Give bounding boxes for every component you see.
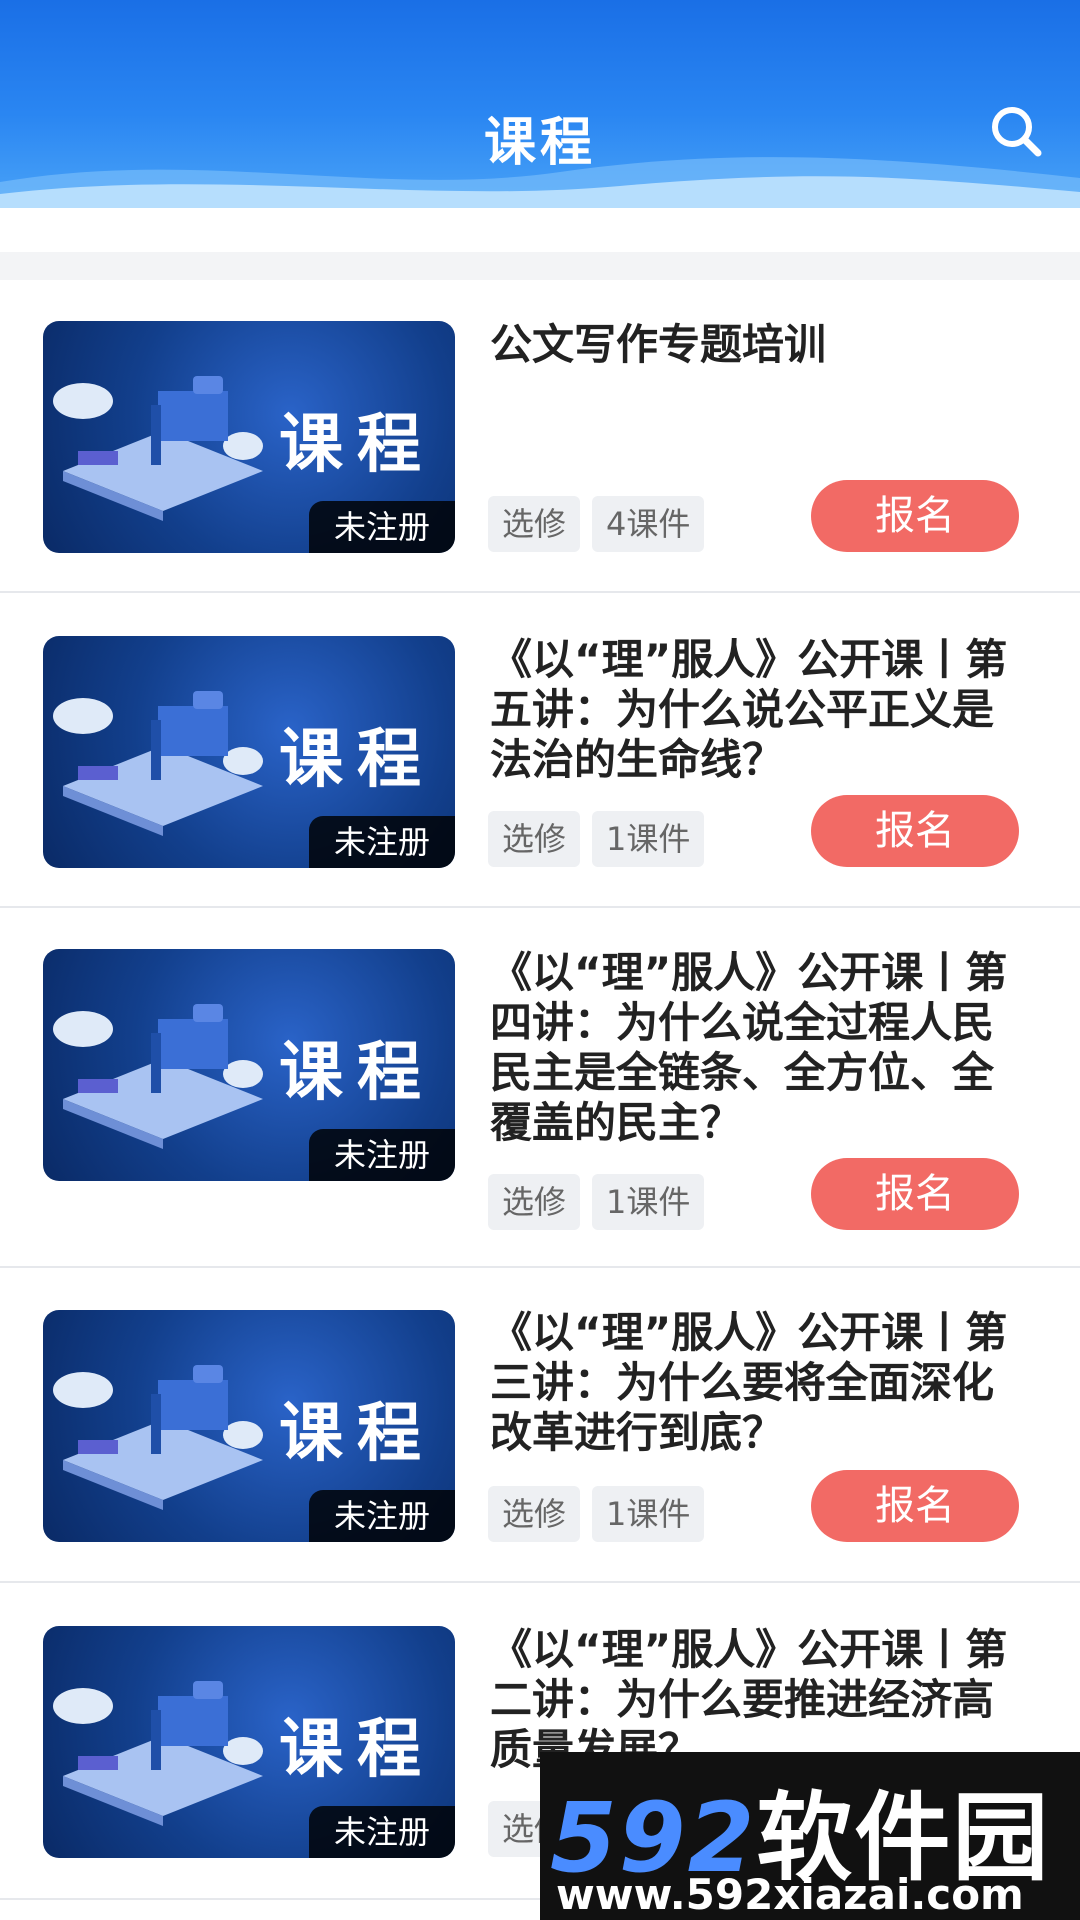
course-tags: 选修 4课件 <box>488 496 705 552</box>
enroll-button[interactable]: 报名 <box>811 1470 1019 1542</box>
course-thumbnail[interactable]: 课程 未注册 <box>43 636 455 868</box>
course-thumbnail[interactable]: 课程 未注册 <box>43 1310 455 1542</box>
registration-badge: 未注册 <box>309 1806 455 1858</box>
course-card[interactable]: 课程 未注册 公文写作专题培训 选修 4课件 报名 <box>0 280 1080 593</box>
site-watermark: 592软件园 www.592xiazai.com <box>540 1752 1080 1920</box>
elective-tag: 选修 <box>488 496 581 552</box>
enroll-button[interactable]: 报名 <box>811 795 1019 867</box>
course-title[interactable]: 《以“理”服人》公开课丨第五讲：为什么说公平正义是法治的生命线？ <box>490 635 1030 785</box>
courseware-count-tag: 1课件 <box>592 1486 705 1542</box>
page-title: 课程 <box>483 113 596 173</box>
search-button[interactable] <box>988 103 1044 159</box>
course-title[interactable]: 《以“理”服人》公开课丨第四讲：为什么说全过程人民民主是全链条、全方位、全覆盖的… <box>490 948 1030 1148</box>
search-icon[interactable] <box>988 103 1044 159</box>
watermark-url: www.592xiazai.com <box>556 1870 1024 1919</box>
registration-badge: 未注册 <box>309 1129 455 1181</box>
thumbnail-label: 课程 <box>279 1713 435 1787</box>
course-list: 课程 未注册 公文写作专题培训 选修 4课件 报名 课程 未注册 《以“理”服人… <box>0 280 1080 1900</box>
thumbnail-label: 课程 <box>279 408 435 482</box>
registration-badge: 未注册 <box>309 816 455 868</box>
course-thumbnail[interactable]: 课程 未注册 <box>43 949 455 1181</box>
courseware-count-tag: 4课件 <box>592 496 705 552</box>
course-tags: 选修 1课件 <box>488 1174 705 1230</box>
app-header: 课程 <box>0 0 1080 208</box>
elective-tag: 选修 <box>488 1486 581 1542</box>
enroll-button[interactable]: 报名 <box>811 1158 1019 1230</box>
course-thumbnail[interactable]: 课程 未注册 <box>43 321 455 553</box>
thumbnail-label: 课程 <box>279 1397 435 1471</box>
enroll-button[interactable]: 报名 <box>811 480 1019 552</box>
course-tags: 选修 1课件 <box>488 811 705 867</box>
course-thumbnail[interactable]: 课程 未注册 <box>43 1626 455 1858</box>
course-tags: 选修 1课件 <box>488 1486 705 1542</box>
thumbnail-label: 课程 <box>279 1036 435 1110</box>
courseware-count-tag: 1课件 <box>592 811 705 867</box>
course-card[interactable]: 课程 未注册 《以“理”服人》公开课丨第四讲：为什么说全过程人民民主是全链条、全… <box>0 908 1080 1268</box>
registration-badge: 未注册 <box>309 501 455 553</box>
elective-tag: 选修 <box>488 1174 581 1230</box>
registration-badge: 未注册 <box>309 1490 455 1542</box>
course-title[interactable]: 公文写作专题培训 <box>490 320 1030 370</box>
elective-tag: 选修 <box>488 811 581 867</box>
course-title[interactable]: 《以“理”服人》公开课丨第三讲：为什么要将全面深化改革进行到底？ <box>490 1308 1030 1458</box>
courseware-count-tag: 1课件 <box>592 1174 705 1230</box>
course-card[interactable]: 课程 未注册 《以“理”服人》公开课丨第五讲：为什么说公平正义是法治的生命线？ … <box>0 593 1080 908</box>
course-card[interactable]: 课程 未注册 《以“理”服人》公开课丨第三讲：为什么要将全面深化改革进行到底？ … <box>0 1268 1080 1583</box>
section-divider <box>0 252 1080 280</box>
thumbnail-label: 课程 <box>279 723 435 797</box>
